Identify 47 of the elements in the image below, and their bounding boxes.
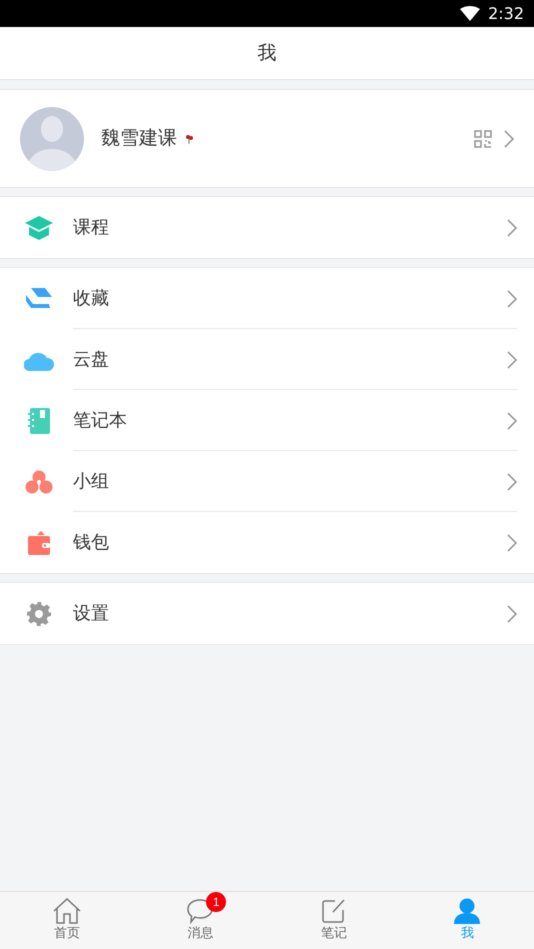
edit-icon <box>320 898 347 924</box>
settings-icon <box>27 602 51 626</box>
home-icon <box>52 898 81 924</box>
chevron-right-icon <box>507 350 517 368</box>
person-icon <box>454 898 480 924</box>
chevron-right-icon <box>507 472 517 490</box>
tab-label: 笔记 <box>320 924 347 943</box>
menu-item[interactable]: 笔记本 <box>0 390 534 451</box>
chevron-right-icon <box>504 130 514 148</box>
menu-item[interactable]: 小组 <box>0 451 534 512</box>
menu-item[interactable]: 设置 <box>0 583 534 644</box>
menu-item[interactable]: 钱包 <box>0 512 534 573</box>
menu-item[interactable]: 课程 <box>0 197 534 258</box>
tab-item[interactable]: 笔记 <box>267 892 400 949</box>
wifi-icon <box>460 6 480 21</box>
layers-icon <box>25 288 53 310</box>
flower-icon <box>185 134 193 144</box>
profile-card[interactable]: 魏雪建课 <box>0 89 534 188</box>
unread-badge: 1 <box>206 892 226 912</box>
qr-code-icon <box>474 130 492 148</box>
chat-bubble-icon <box>186 898 214 924</box>
tab-label: 首页 <box>54 924 80 943</box>
menu-label: 课程 <box>73 216 109 240</box>
menu-label: 小组 <box>73 470 109 494</box>
menu-item[interactable]: 收藏 <box>0 268 534 329</box>
tab-item[interactable]: 1 消息 <box>134 892 267 949</box>
page-title: 我 <box>258 40 276 66</box>
chevron-right-icon <box>507 604 517 622</box>
chevron-right-icon <box>507 412 517 430</box>
menu-label: 笔记本 <box>73 409 127 433</box>
tab-item[interactable]: 首页 <box>0 892 134 949</box>
tab-label: 消息 <box>187 924 214 943</box>
chevron-right-icon <box>507 218 517 236</box>
menu-label: 钱包 <box>73 531 109 555</box>
menu-item[interactable]: 云盘 <box>0 329 534 390</box>
chevron-right-icon <box>507 534 517 552</box>
menu-label: 设置 <box>73 602 109 626</box>
wallet-icon <box>27 530 51 554</box>
menu-label: 收藏 <box>73 287 109 311</box>
three-circles-icon <box>25 470 53 494</box>
user-name: 魏雪建课 <box>101 126 177 152</box>
chevron-right-icon <box>507 290 517 308</box>
graduation-cap-icon <box>24 214 54 240</box>
menu-label: 云盘 <box>73 348 109 372</box>
tab-label: 我 <box>460 924 474 943</box>
notebook-icon <box>28 408 50 434</box>
status-time: 2:32 <box>488 2 524 24</box>
